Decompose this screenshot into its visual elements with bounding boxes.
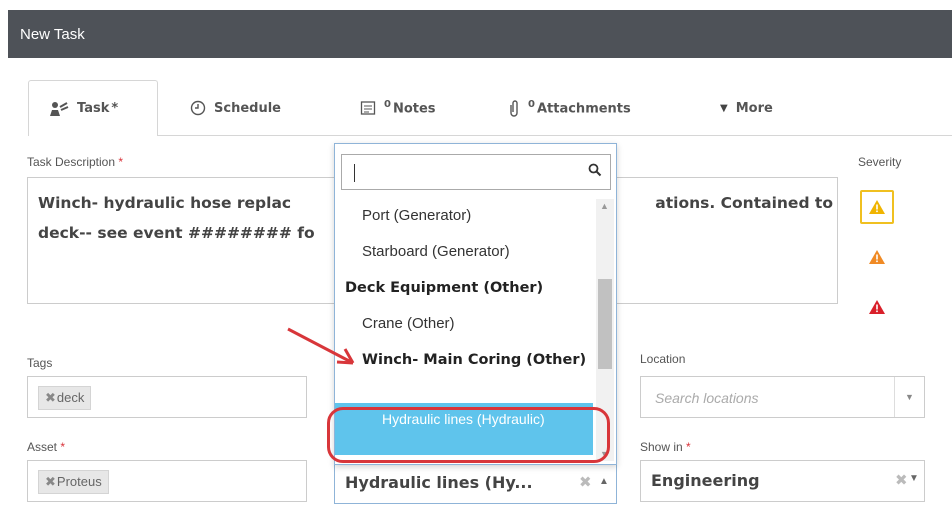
tab-bar: Task * Schedule 0 Notes 0 Attachments ▼ Mor… [8,58,952,136]
window-titlebar: New Task [8,10,952,58]
show-in-value: Engineering [651,471,760,490]
tags-input[interactable]: ✖deck [27,376,307,418]
tab-task-required-marker: * [111,101,119,116]
location-label: Location [640,352,686,366]
tab-attachments[interactable]: 0 Attachments [508,80,631,136]
tab-attachments-label: Attachments [536,101,631,117]
show-in-select[interactable]: Engineering ✖ ▼ [640,460,925,502]
tab-notes-label: Notes [392,101,436,117]
severity-label: Severity [858,155,902,169]
task-description-label: Task Description * [27,155,124,169]
attachments-count: 0 [528,99,535,111]
tab-more[interactable]: ▼ More [720,80,773,136]
tag-chip-deck: ✖deck [38,386,92,410]
description-line1-end: ations. Contained to [655,194,833,212]
search-icon [588,163,602,182]
warning-icon [869,200,885,214]
location-placeholder: Search locations [655,390,759,406]
dropdown-scrollbar[interactable]: ▲ ▼ [596,199,614,461]
tab-task-label: Task [77,101,110,116]
warning-icon [869,250,885,264]
window-title: New Task [20,26,85,43]
dropdown-option[interactable]: Starboard (Generator) [335,235,593,271]
tab-divider [28,135,952,136]
description-line1-start: Winch- hydraulic hose replac [38,194,292,212]
component-select[interactable]: Hydraulic lines (Hy... ✖ ▲ [334,464,617,504]
severity-low-button[interactable] [860,190,894,224]
warning-icon [869,300,885,314]
annotation-arrow [287,327,355,365]
scrollbar-thumb[interactable] [598,279,612,369]
clear-icon[interactable]: ✖ [895,471,908,489]
tab-more-label: More [735,100,773,116]
location-caret-icon[interactable]: ▼ [894,377,924,417]
chip-remove-icon[interactable]: ✖ [45,474,56,489]
paperclip-icon [508,99,520,117]
tab-schedule-label: Schedule [214,100,281,116]
task-icon [49,101,69,117]
severity-high-button[interactable] [860,290,894,324]
scroll-up-icon[interactable]: ▲ [600,201,609,211]
severity-medium-button[interactable] [860,240,894,274]
tab-task[interactable]: Task * [28,80,158,136]
dropdown-search-input[interactable] [341,154,611,190]
dropdown-options: Port (Generator) Starboard (Generator) D… [335,199,593,455]
asset-label: Asset * [27,440,66,454]
caret-up-icon[interactable]: ▲ [599,476,609,487]
dropdown-option[interactable]: Port (Generator) [335,199,593,235]
dropdown-group-header: Deck Equipment (Other) [345,280,544,296]
component-dropdown: Port (Generator) Starboard (Generator) D… [334,143,617,465]
location-select[interactable]: Search locations ▼ [640,376,925,418]
caret-down-icon[interactable]: ▼ [909,473,919,484]
chip-remove-icon[interactable]: ✖ [45,390,56,405]
clear-icon[interactable]: ✖ [579,473,592,491]
component-select-value: Hydraulic lines (Hy... [345,473,533,492]
asset-input[interactable]: ✖Proteus [27,460,307,502]
notes-count: 0 [384,99,391,111]
tab-schedule[interactable]: Schedule [190,80,281,136]
dropdown-option-highlighted[interactable]: Hydraulic lines (Hydraulic) [335,403,593,455]
notes-icon [360,100,376,116]
tags-label: Tags [27,356,53,370]
dropdown-subgroup-header: Winch- Main Coring (Other) [362,352,587,368]
scroll-down-icon[interactable]: ▼ [600,449,609,459]
asset-chip-proteus: ✖Proteus [38,470,109,494]
tab-notes[interactable]: 0 Notes [360,80,436,136]
clock-icon [190,100,206,116]
dropdown-option[interactable]: Crane (Other) [335,307,593,343]
text-cursor [354,164,355,182]
show-in-label: Show in * [640,440,691,454]
caret-down-icon: ▼ [720,102,728,114]
